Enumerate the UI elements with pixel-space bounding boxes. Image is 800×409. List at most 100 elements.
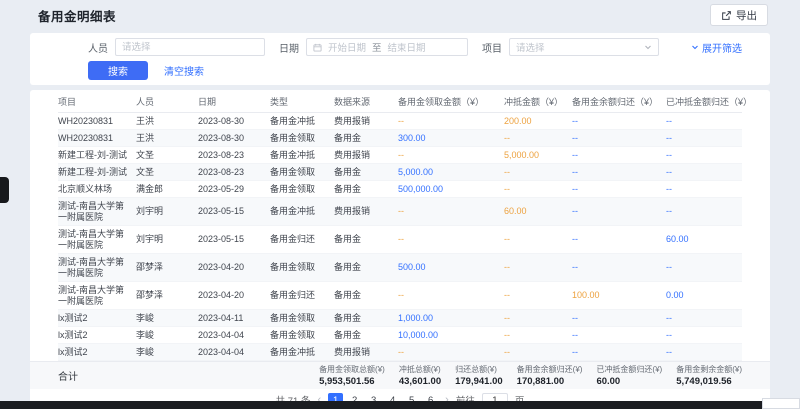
petty-cash-table: 项目 人员 日期 类型 数据来源 备用金领取金额（¥） 冲抵金额（¥） 备用金余… — [58, 90, 742, 361]
table-row: 新建工程-刘-测试文圣2023-08-23备用金冲抵费用报销--5,000.00… — [58, 147, 742, 164]
type-cell: 备用金领取 — [270, 181, 334, 198]
empty-amount: -- — [572, 347, 578, 357]
balance-return-cell: -- — [572, 344, 666, 361]
summary-stat-offset-return: 已冲抵金额归还(¥) 60.00 — [596, 364, 662, 387]
type-cell: 备用金领取 — [270, 310, 334, 327]
amount-value[interactable]: 1,000.00 — [398, 313, 433, 323]
source-cell: 备用金 — [334, 181, 398, 198]
offset-amount-cell: -- — [504, 282, 572, 310]
empty-amount: -- — [504, 184, 510, 194]
person-cell: 李峻 — [136, 310, 198, 327]
date-filter: 日期 开始日期 至 结束日期 — [279, 38, 468, 56]
expand-filter-label: 展开筛选 — [702, 40, 742, 55]
calendar-icon — [313, 43, 322, 52]
table-row: WH20230831王洪2023-08-30备用金领取备用金300.00----… — [58, 130, 742, 147]
empty-amount: -- — [504, 262, 510, 272]
empty-amount: -- — [504, 347, 510, 357]
empty-amount: -- — [572, 330, 578, 340]
empty-amount: -- — [398, 347, 404, 357]
amount-value[interactable]: 100.00 — [572, 290, 600, 300]
offset-amount-cell: -- — [504, 254, 572, 282]
empty-amount: -- — [666, 347, 672, 357]
amount-value[interactable]: 0.00 — [666, 290, 684, 300]
clear-search-link[interactable]: 清空搜索 — [164, 63, 204, 78]
sidebar-expand-handle[interactable] — [0, 177, 9, 203]
offset-return-cell: -- — [666, 130, 742, 147]
summary-stat-value: 5,953,501.56 — [319, 376, 385, 387]
summary-stat-value: 60.00 — [596, 376, 662, 387]
offset-amount-cell: -- — [504, 130, 572, 147]
amount-value[interactable]: 500,000.00 — [398, 184, 443, 194]
balance-return-cell: -- — [572, 147, 666, 164]
empty-amount: -- — [666, 133, 672, 143]
summary-total-label: 合计 — [58, 368, 78, 383]
date-cell: 2023-08-30 — [198, 113, 270, 130]
balance-return-cell: -- — [572, 327, 666, 344]
col-type: 类型 — [270, 90, 334, 113]
empty-amount: -- — [504, 290, 510, 300]
project-cell: 新建工程-刘-测试 — [58, 164, 136, 181]
person-cell: 王洪 — [136, 113, 198, 130]
empty-amount: -- — [666, 150, 672, 160]
date-start-placeholder: 开始日期 — [328, 40, 366, 54]
offset-amount-cell: -- — [504, 164, 572, 181]
empty-amount: -- — [504, 330, 510, 340]
empty-amount: -- — [666, 116, 672, 126]
project-filter-select[interactable]: 请选择 — [509, 38, 659, 56]
empty-amount: -- — [572, 313, 578, 323]
received-amount-cell: -- — [398, 226, 504, 254]
export-button[interactable]: 导出 — [710, 4, 768, 26]
project-cell: 测试-南昌大学第一附属医院 — [58, 254, 136, 282]
amount-value[interactable]: 60.00 — [504, 206, 527, 216]
amount-value[interactable]: 500.00 — [398, 262, 426, 272]
amount-value[interactable]: 200.00 — [504, 116, 532, 126]
received-amount-cell: -- — [398, 282, 504, 310]
filter-bar: 人员 日期 开始日期 至 结束日期 项目 请选择 — [88, 38, 742, 56]
date-cell: 2023-05-15 — [198, 226, 270, 254]
empty-amount: -- — [504, 167, 510, 177]
amount-value[interactable]: 5,000.00 — [504, 150, 539, 160]
chevron-down-icon — [691, 43, 699, 51]
summary-stat-label: 备用金余额归还(¥) — [517, 364, 583, 375]
empty-amount: -- — [398, 206, 404, 216]
page-title: 备用金明细表 — [38, 6, 116, 25]
table-row: lx测试2李峻2023-04-11备用金领取备用金1,000.00------ — [58, 310, 742, 327]
summary-stat-label: 冲抵总额(¥) — [399, 364, 441, 375]
col-date: 日期 — [198, 90, 270, 113]
empty-amount: -- — [572, 206, 578, 216]
person-cell: 文圣 — [136, 164, 198, 181]
bottom-bar — [0, 401, 800, 409]
received-amount-cell: 10,000.00 — [398, 327, 504, 344]
empty-amount: -- — [398, 290, 404, 300]
expand-filter-link[interactable]: 展开筛选 — [691, 40, 742, 55]
offset-return-cell: -- — [666, 113, 742, 130]
offset-return-cell: -- — [666, 327, 742, 344]
person-cell: 刘宇明 — [136, 226, 198, 254]
table-card: 项目 人员 日期 类型 数据来源 备用金领取金额（¥） 冲抵金额（¥） 备用金余… — [30, 90, 770, 409]
amount-value[interactable]: 5,000.00 — [398, 167, 433, 177]
person-cell: 刘宇明 — [136, 198, 198, 226]
source-cell: 备用金 — [334, 130, 398, 147]
amount-value[interactable]: 10,000.00 — [398, 330, 438, 340]
offset-amount-cell: 200.00 — [504, 113, 572, 130]
table-row: WH20230831王洪2023-08-30备用金冲抵费用报销--200.00-… — [58, 113, 742, 130]
date-range-picker[interactable]: 开始日期 至 结束日期 — [306, 38, 468, 56]
source-cell: 费用报销 — [334, 344, 398, 361]
col-balance-return: 备用金余额归还（¥） — [572, 90, 666, 113]
balance-return-cell: -- — [572, 226, 666, 254]
empty-amount: -- — [504, 313, 510, 323]
summary-stat-value: 5,749,019.56 — [676, 376, 742, 387]
offset-amount-cell: 60.00 — [504, 198, 572, 226]
summary-stat-received-total: 备用金领取总额(¥) 5,953,501.56 — [319, 364, 385, 387]
date-cell: 2023-05-29 — [198, 181, 270, 198]
offset-return-cell: -- — [666, 344, 742, 361]
summary-stat-label: 备用金领取总额(¥) — [319, 364, 385, 375]
search-button[interactable]: 搜索 — [88, 61, 148, 80]
amount-value[interactable]: 300.00 — [398, 133, 426, 143]
balance-return-cell: -- — [572, 310, 666, 327]
person-filter-input[interactable] — [115, 38, 265, 56]
export-label: 导出 — [736, 8, 757, 23]
amount-value[interactable]: 60.00 — [666, 234, 689, 244]
col-offset-return: 已冲抵金额归还（¥） — [666, 90, 742, 113]
source-cell: 备用金 — [334, 282, 398, 310]
